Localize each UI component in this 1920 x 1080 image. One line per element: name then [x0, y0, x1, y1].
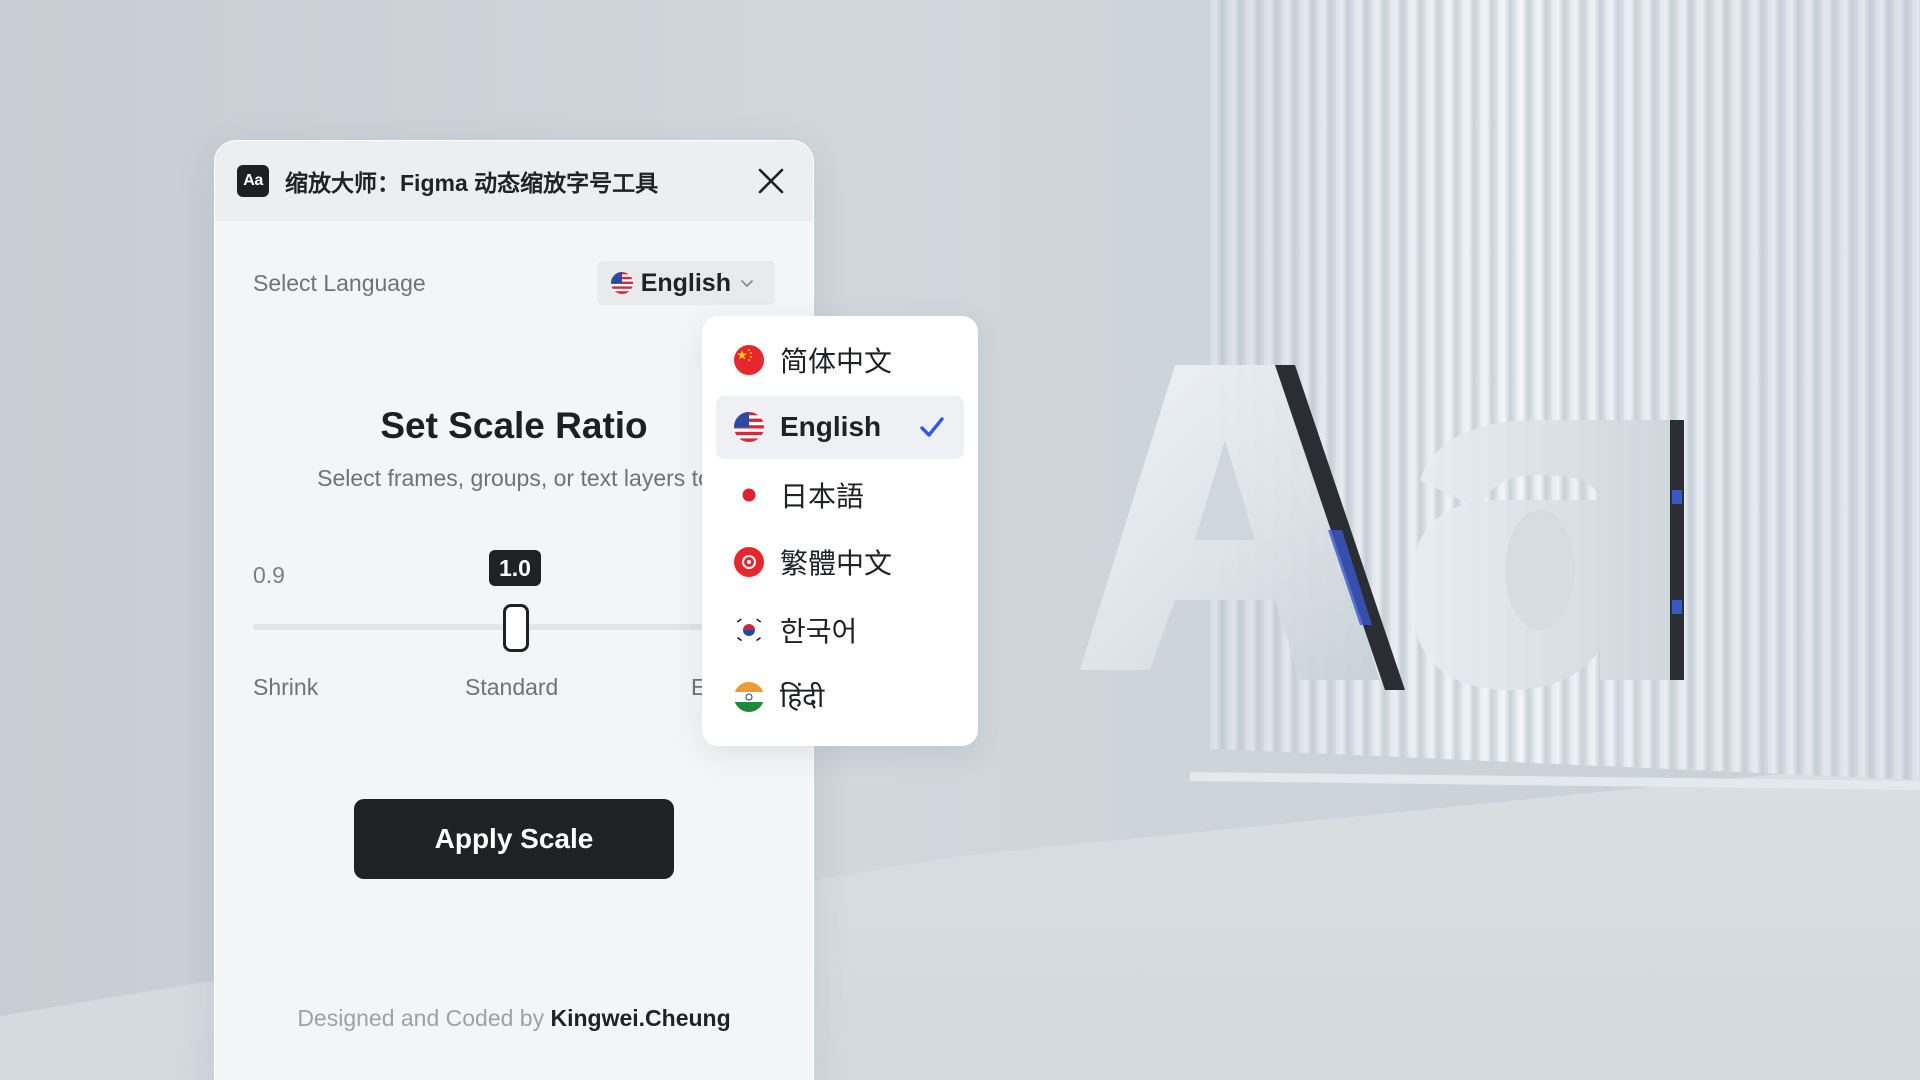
close-button[interactable]	[751, 161, 791, 201]
language-row: Select Language English	[215, 261, 813, 305]
hk-flag-icon	[734, 547, 764, 577]
footer-credit: Designed and Coded by Kingwei.Cheung	[215, 1005, 813, 1032]
close-icon	[758, 168, 784, 194]
apply-scale-button[interactable]: Apply Scale	[354, 799, 674, 879]
language-option-label: 简体中文	[780, 344, 893, 378]
language-option-zh-hk[interactable]: 繁體中文	[716, 531, 964, 594]
language-option-zh-cn[interactable]: 简体中文	[716, 328, 964, 391]
language-option-label: 日本語	[780, 479, 865, 513]
slider-value-badge: 1.0	[489, 550, 541, 586]
slider-thumb[interactable]	[503, 604, 529, 652]
kr-flag-icon	[734, 614, 764, 645]
language-option-label: 繁體中文	[780, 547, 893, 580]
window-title: 缩放大师：Figma 动态缩放字号工具	[285, 170, 659, 196]
language-label: Select Language	[253, 269, 426, 296]
aa-3d-logo-image	[1080, 365, 1684, 690]
us-flag-icon	[734, 412, 764, 442]
language-select[interactable]: English	[596, 261, 775, 305]
language-dropdown: 简体中文 English 日本語 繁體中文 한국어 हिंदी	[702, 316, 978, 746]
us-flag-icon	[610, 272, 633, 294]
language-option-hi[interactable]: हिंदी	[716, 666, 964, 729]
language-option-en[interactable]: English	[716, 395, 964, 459]
jp-flag-icon	[734, 479, 764, 510]
in-flag-icon	[734, 682, 764, 712]
language-option-ko[interactable]: 한국어	[716, 598, 964, 661]
language-option-label: हिंदी	[780, 681, 825, 714]
check-icon	[920, 417, 944, 437]
slider-label-standard: Standard	[465, 674, 559, 700]
app-icon: Aa	[237, 165, 269, 197]
footer-author: Kingwei.Cheung	[550, 1005, 731, 1031]
language-option-ja[interactable]: 日本語	[716, 463, 964, 526]
footer-prefix: Designed and Coded by	[297, 1005, 545, 1031]
slider-label-shrink: Shrink	[253, 674, 319, 700]
language-option-label: 한국어	[780, 614, 858, 648]
language-option-label: English	[780, 411, 882, 442]
chevron-down-icon	[741, 280, 753, 287]
cn-flag-icon	[734, 344, 764, 375]
titlebar: Aa 缩放大师：Figma 动态缩放字号工具	[215, 141, 813, 221]
language-select-value: English	[640, 268, 731, 297]
slider-min-value: 0.9	[253, 562, 285, 588]
